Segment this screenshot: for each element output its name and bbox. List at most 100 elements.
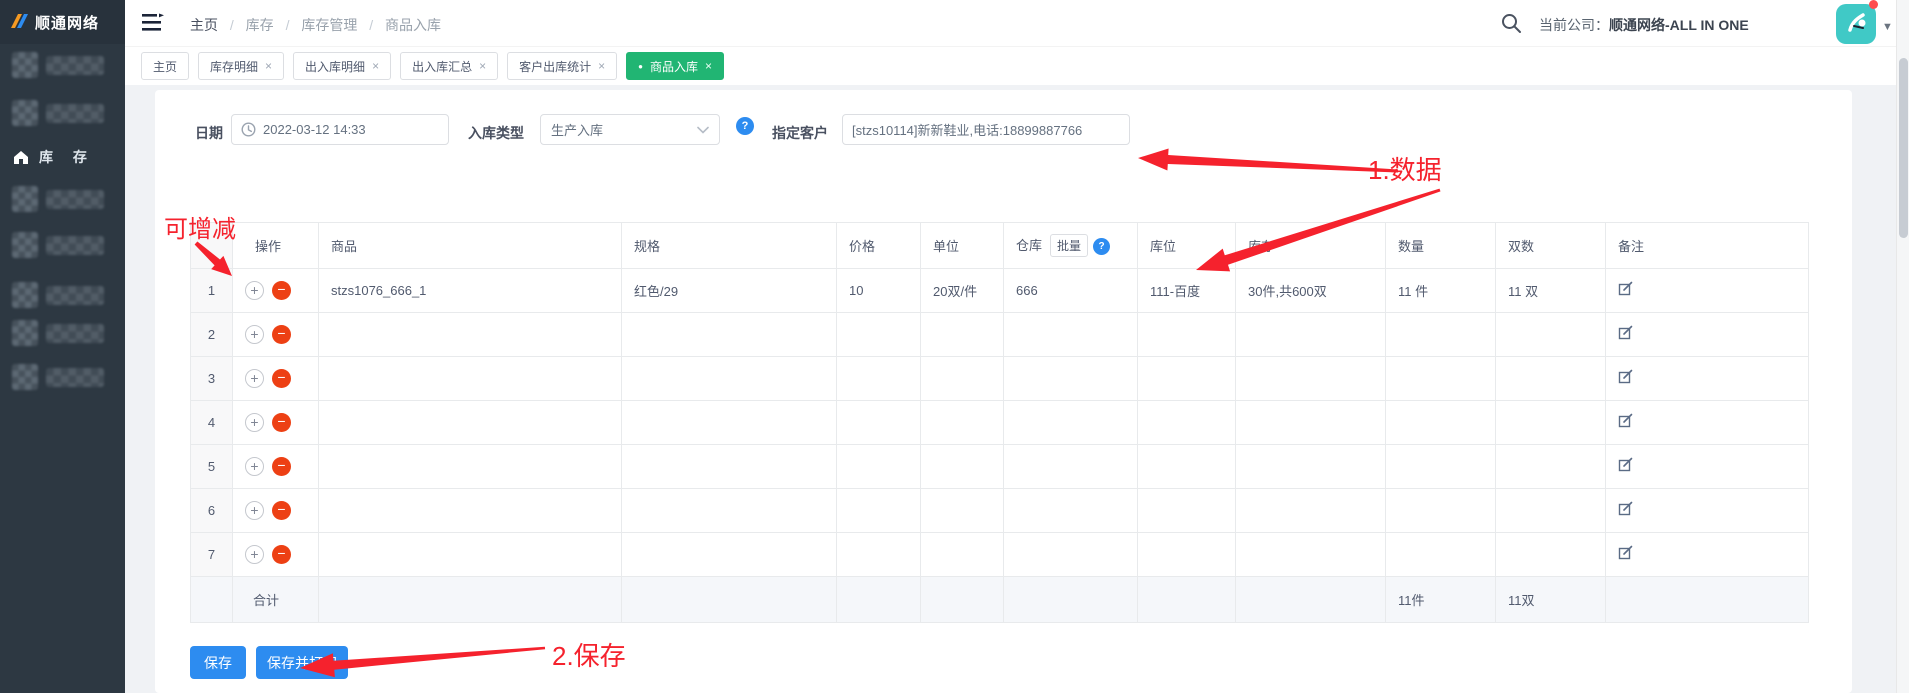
cell-product[interactable] [318, 400, 622, 445]
cell-unit[interactable] [920, 532, 1004, 577]
cell-product[interactable]: stzs1076_666_1 [318, 268, 622, 313]
cell-location[interactable] [1137, 532, 1236, 577]
cell-location[interactable]: 111-百度 [1137, 268, 1236, 313]
save-button[interactable]: 保存 [190, 646, 246, 679]
cell-price[interactable] [836, 356, 921, 401]
cell-price[interactable] [836, 444, 921, 489]
close-icon[interactable]: × [479, 59, 486, 73]
tab-home[interactable]: 主页 [141, 52, 190, 80]
page-scrollbar[interactable] [1896, 0, 1909, 693]
save-and-print-button[interactable]: 保存并打印 [256, 646, 348, 679]
date-input[interactable]: 2022-03-12 14:33 [231, 114, 449, 145]
add-row-button[interactable]: + [245, 281, 264, 300]
cell-qty[interactable] [1385, 532, 1496, 577]
edit-remark-icon[interactable] [1618, 281, 1634, 297]
help-icon[interactable]: ? [736, 117, 754, 135]
close-icon[interactable]: × [265, 59, 272, 73]
cell-warehouse[interactable] [1003, 488, 1138, 533]
remove-row-button[interactable]: − [272, 457, 291, 476]
remove-row-button[interactable]: − [272, 325, 291, 344]
remove-row-button[interactable]: − [272, 545, 291, 564]
cell-unit[interactable] [920, 400, 1004, 445]
add-row-button[interactable]: + [245, 325, 264, 344]
sidebar-item-blurred[interactable] [0, 320, 125, 350]
cell-pairs[interactable] [1495, 356, 1606, 401]
cell-qty[interactable] [1385, 356, 1496, 401]
cell-spec[interactable] [621, 444, 837, 489]
cell-qty[interactable]: 11 件 [1385, 268, 1496, 313]
add-row-button[interactable]: + [245, 413, 264, 432]
cell-product[interactable] [318, 488, 622, 533]
add-row-button[interactable]: + [245, 501, 264, 520]
batch-help-icon[interactable]: ? [1093, 238, 1111, 256]
customer-input[interactable]: [stzs10114]新新鞋业,电话:18899887766 [842, 114, 1130, 145]
cell-price[interactable] [836, 488, 921, 533]
cell-spec[interactable] [621, 488, 837, 533]
edit-remark-icon[interactable] [1618, 501, 1634, 517]
tab-inout-detail[interactable]: 出入库明细 × [293, 52, 392, 80]
cell-product[interactable] [318, 356, 622, 401]
sidebar-item-blurred[interactable] [0, 186, 125, 216]
tab-customer-outbound-stats[interactable]: 客户出库统计 × [507, 52, 618, 80]
tab-inout-summary[interactable]: 出入库汇总 × [400, 52, 499, 80]
logo[interactable]: 顺通网络 [0, 0, 125, 44]
cell-product[interactable] [318, 532, 622, 577]
sidebar-item-blurred[interactable] [0, 282, 125, 312]
cell-pairs[interactable] [1495, 532, 1606, 577]
tab-product-inbound-active[interactable]: ● 商品入库 × [626, 52, 725, 80]
cell-pairs[interactable] [1495, 488, 1606, 533]
edit-remark-icon[interactable] [1618, 545, 1634, 561]
cell-warehouse[interactable] [1003, 312, 1138, 357]
cell-location[interactable] [1137, 312, 1236, 357]
remove-row-button[interactable]: − [272, 501, 291, 520]
cell-pairs[interactable]: 11 双 [1495, 268, 1606, 313]
cell-warehouse[interactable] [1003, 400, 1138, 445]
cell-qty[interactable] [1385, 400, 1496, 445]
close-icon[interactable]: × [372, 59, 379, 73]
cell-qty[interactable] [1385, 488, 1496, 533]
remove-row-button[interactable]: − [272, 413, 291, 432]
cell-pairs[interactable] [1495, 400, 1606, 445]
cell-qty[interactable] [1385, 312, 1496, 357]
breadcrumb-home[interactable]: 主页 [190, 17, 218, 33]
edit-remark-icon[interactable] [1618, 325, 1634, 341]
sidebar-item-blurred[interactable] [0, 364, 125, 394]
cell-qty[interactable] [1385, 444, 1496, 489]
sidebar-item-blurred[interactable] [0, 52, 125, 82]
close-icon[interactable]: × [705, 59, 712, 73]
cell-warehouse[interactable] [1003, 444, 1138, 489]
edit-remark-icon[interactable] [1618, 369, 1634, 385]
breadcrumb-inventory-mgmt[interactable]: 库存管理 [301, 17, 357, 33]
cell-unit[interactable]: 20双/件 [920, 268, 1004, 313]
remove-row-button[interactable]: − [272, 281, 291, 300]
cell-spec[interactable] [621, 312, 837, 357]
edit-remark-icon[interactable] [1618, 457, 1634, 473]
sidebar-toggle-icon[interactable] [141, 13, 165, 33]
cell-price[interactable] [836, 400, 921, 445]
cell-warehouse[interactable] [1003, 532, 1138, 577]
cell-pairs[interactable] [1495, 312, 1606, 357]
cell-pairs[interactable] [1495, 444, 1606, 489]
inbound-type-select[interactable]: 生产入库 [540, 114, 720, 145]
scrollbar-thumb[interactable] [1899, 58, 1908, 238]
cell-location[interactable] [1137, 488, 1236, 533]
cell-price[interactable] [836, 312, 921, 357]
sidebar-item-blurred[interactable] [0, 100, 125, 130]
breadcrumb-inventory[interactable]: 库存 [246, 17, 274, 33]
cell-spec[interactable] [621, 400, 837, 445]
add-row-button[interactable]: + [245, 457, 264, 476]
close-icon[interactable]: × [598, 59, 605, 73]
edit-remark-icon[interactable] [1618, 413, 1634, 429]
cell-unit[interactable] [920, 444, 1004, 489]
search-icon[interactable] [1500, 12, 1522, 34]
batch-toggle[interactable]: 批量 [1050, 234, 1089, 257]
cell-spec[interactable]: 红色/29 [621, 268, 837, 313]
cell-product[interactable] [318, 444, 622, 489]
cell-location[interactable] [1137, 356, 1236, 401]
avatar-dropdown-caret[interactable]: ▼ [1882, 21, 1893, 33]
add-row-button[interactable]: + [245, 369, 264, 388]
cell-location[interactable] [1137, 444, 1236, 489]
cell-location[interactable] [1137, 400, 1236, 445]
cell-unit[interactable] [920, 356, 1004, 401]
cell-warehouse[interactable]: 666 [1003, 268, 1138, 313]
